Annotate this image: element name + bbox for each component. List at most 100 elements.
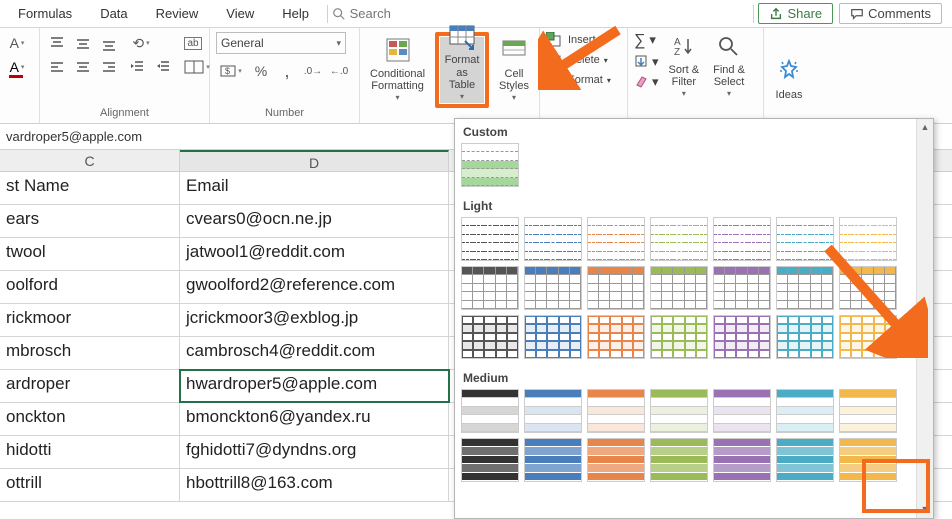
col-header-d[interactable]: D	[180, 150, 449, 171]
table-styles-gallery[interactable]: ▲ ▼ Custom Light Medium	[454, 118, 934, 519]
ideas-button[interactable]: Ideas	[770, 32, 808, 104]
cell[interactable]: oolford	[0, 271, 180, 303]
align-middle-button[interactable]	[72, 32, 94, 54]
table-style-thumb[interactable]	[461, 438, 519, 482]
table-style-thumb[interactable]	[650, 389, 708, 433]
conditional-formatting-button[interactable]: Conditional Formatting▾	[366, 32, 429, 104]
format-as-table-button[interactable]: Format as Table▾	[440, 37, 484, 103]
scroll-down-button[interactable]: ▼	[917, 501, 933, 518]
table-style-thumb[interactable]	[776, 266, 834, 310]
table-style-thumb[interactable]	[587, 315, 645, 359]
cell-styles-button[interactable]: Cell Styles▾	[495, 32, 533, 104]
table-style-thumb[interactable]	[713, 217, 771, 261]
find-select-button[interactable]: Find & Select▾	[709, 32, 749, 100]
sort-filter-button[interactable]: AZ Sort & Filter▾	[665, 32, 704, 100]
col-header-c[interactable]: C	[0, 150, 180, 171]
merge-center-button[interactable]: ▾	[180, 56, 214, 78]
table-style-thumb[interactable]	[587, 217, 645, 261]
tab-help[interactable]: Help	[268, 0, 323, 28]
cell[interactable]: hbottrill8@163.com	[180, 469, 449, 501]
gallery-scrollbar[interactable]: ▲ ▼	[916, 119, 933, 518]
table-style-thumb[interactable]	[587, 389, 645, 433]
table-style-thumb[interactable]	[776, 315, 834, 359]
align-top-button[interactable]	[46, 32, 68, 54]
align-right-button[interactable]	[98, 56, 120, 78]
table-style-thumb[interactable]	[839, 217, 897, 261]
cell[interactable]: cambrosch4@reddit.com	[180, 337, 449, 369]
align-left-button[interactable]	[46, 56, 68, 78]
table-style-thumb[interactable]	[650, 438, 708, 482]
share-button[interactable]: Share	[758, 3, 833, 24]
search-input[interactable]	[350, 6, 410, 21]
cell[interactable]: onckton	[0, 403, 180, 435]
table-style-thumb[interactable]	[524, 315, 582, 359]
cell[interactable]: hidotti	[0, 436, 180, 468]
table-style-thumb[interactable]	[713, 438, 771, 482]
table-style-thumb[interactable]	[839, 438, 897, 482]
cell[interactable]: ardroper	[0, 370, 180, 402]
fill-button[interactable]: ▾	[634, 54, 659, 70]
font-size-decrease-button[interactable]: A▾	[6, 32, 28, 54]
table-style-thumb[interactable]	[839, 389, 897, 433]
table-style-thumb[interactable]	[461, 217, 519, 261]
autosum-button[interactable]: ∑▾	[634, 32, 659, 50]
table-style-thumb[interactable]	[713, 315, 771, 359]
table-style-thumb[interactable]	[524, 266, 582, 310]
cell[interactable]: fghidotti7@dyndns.org	[180, 436, 449, 468]
table-style-thumb[interactable]	[524, 438, 582, 482]
cell[interactable]: twool	[0, 238, 180, 270]
percent-format-button[interactable]: %	[250, 60, 272, 82]
cell[interactable]: rickmoor	[0, 304, 180, 336]
table-style-thumb[interactable]	[776, 438, 834, 482]
cell[interactable]: ears	[0, 205, 180, 237]
table-style-thumb[interactable]	[587, 438, 645, 482]
table-style-thumb[interactable]	[524, 217, 582, 261]
cell[interactable]: hwardroper5@apple.com	[180, 370, 449, 402]
clear-button[interactable]: ▾	[634, 74, 659, 90]
tab-formulas[interactable]: Formulas	[4, 0, 86, 28]
table-style-thumb[interactable]	[524, 389, 582, 433]
comments-button[interactable]: Comments	[839, 3, 942, 24]
cell[interactable]: jatwool1@reddit.com	[180, 238, 449, 270]
table-style-thumb[interactable]	[650, 266, 708, 310]
table-style-thumb[interactable]	[461, 266, 519, 310]
tab-data[interactable]: Data	[86, 0, 141, 28]
table-style-thumb[interactable]	[776, 389, 834, 433]
cell[interactable]: st Name	[0, 172, 180, 204]
cell[interactable]: cvears0@ocn.ne.jp	[180, 205, 449, 237]
table-style-thumb[interactable]	[776, 217, 834, 261]
scroll-up-button[interactable]: ▲	[917, 119, 933, 136]
decrease-decimal-button[interactable]: ←.0	[328, 60, 350, 82]
cell[interactable]: gwoolford2@reference.com	[180, 271, 449, 303]
table-style-thumb[interactable]	[650, 315, 708, 359]
table-style-thumb[interactable]	[461, 315, 519, 359]
table-style-thumb[interactable]	[839, 315, 897, 359]
table-style-custom-1[interactable]	[461, 143, 519, 187]
ribbon-search[interactable]	[332, 6, 410, 21]
cell[interactable]: bmonckton6@yandex.ru	[180, 403, 449, 435]
font-color-button[interactable]: A▾	[6, 56, 28, 78]
table-style-thumb[interactable]	[650, 217, 708, 261]
tab-view[interactable]: View	[212, 0, 268, 28]
table-style-thumb[interactable]	[587, 266, 645, 310]
cell[interactable]: mbrosch	[0, 337, 180, 369]
table-style-thumb[interactable]	[839, 266, 897, 310]
number-format-select[interactable]: General▾	[216, 32, 346, 54]
align-center-button[interactable]	[72, 56, 94, 78]
cell[interactable]: jcrickmoor3@exblog.jp	[180, 304, 449, 336]
wrap-text-button[interactable]: ab	[180, 32, 206, 54]
increase-decimal-button[interactable]: .0→	[302, 60, 324, 82]
table-style-thumb[interactable]	[713, 266, 771, 310]
table-style-thumb[interactable]	[461, 389, 519, 433]
table-style-thumb[interactable]	[713, 389, 771, 433]
align-bottom-button[interactable]	[98, 32, 120, 54]
decrease-indent-button[interactable]	[126, 56, 148, 78]
insert-button[interactable]: Insert▾	[546, 32, 611, 48]
cell[interactable]: Email	[180, 172, 449, 204]
format-button[interactable]: Format▾	[546, 72, 611, 88]
orientation-button[interactable]: ⟲▾	[126, 32, 156, 54]
tab-review[interactable]: Review	[142, 0, 213, 28]
cell[interactable]: ottrill	[0, 469, 180, 501]
increase-indent-button[interactable]	[152, 56, 174, 78]
accounting-format-button[interactable]: $▾	[216, 60, 246, 82]
